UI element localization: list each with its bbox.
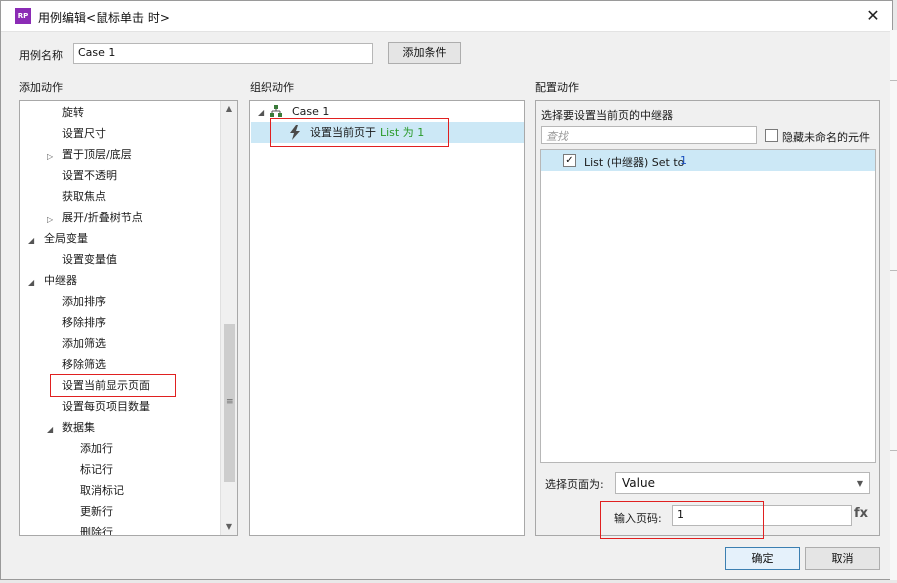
action-prefix: 设置当前页于 [310,126,376,139]
tree-item-update-row[interactable]: 更新行 [80,501,113,522]
axure-app-icon: RP [15,8,31,24]
select-page-value: Value [622,476,655,490]
scrollbar-thumb[interactable]: ≡ [224,324,235,482]
tree-item-rotate[interactable]: 旋转 [62,102,84,123]
action-target: List 为 1 [380,126,425,139]
collapse-arrow-icon[interactable]: ◢ [28,236,34,245]
tree-item-delete-row[interactable]: 删除行 [80,522,113,535]
case-node-label[interactable]: Case 1 [292,101,329,122]
cancel-button[interactable]: 取消 [805,547,880,570]
strip-mark [890,80,897,81]
ok-button[interactable]: 确定 [725,547,800,570]
repeater-list: ✓ List (中继器) Set to 1 [540,149,876,463]
tree-item-set-current-page[interactable]: 设置当前显示页面 [62,375,150,396]
fx-icon[interactable]: fx [854,506,868,521]
tree-item-set-size[interactable]: 设置尺寸 [62,123,106,144]
organize-actions-heading: 组织动作 [250,81,294,94]
title-bar: RP 用例编辑<鼠标单击 时> ✕ [1,1,892,32]
chevron-down-icon: ▼ [856,479,863,488]
select-repeater-label: 选择要设置当前页的中继器 [541,109,673,122]
grip-icon: ≡ [226,397,234,407]
repeater-list-item[interactable]: ✓ List (中继器) Set to 1 [541,150,875,171]
tree-item-add-row[interactable]: 添加行 [80,438,113,459]
configure-actions-panel: 选择要设置当前页的中继器 查找 隐藏未命名的元件 ✓ List (中继器) Se… [535,100,880,536]
tree-item-set-opacity[interactable]: 设置不透明 [62,165,117,186]
collapse-arrow-icon[interactable]: ◢ [28,278,34,287]
scroll-up-icon[interactable]: ▲ [221,101,237,117]
lightning-icon [289,125,301,147]
page-number-label: 输入页码: [614,512,662,525]
tree-item-remove-sort[interactable]: 移除排序 [62,312,106,333]
select-page-label: 选择页面为: [545,478,604,491]
tree-item-add-filter[interactable]: 添加筛选 [62,333,106,354]
repeater-checkbox-checked[interactable]: ✓ [563,154,576,167]
case-editor-dialog: RP 用例编辑<鼠标单击 时> ✕ 用例名称 Case 1 添加条件 添加动作 … [0,0,893,580]
close-icon[interactable]: ✕ [862,6,884,26]
tree-item-set-items-per-page[interactable]: 设置每页项目数量 [62,396,150,417]
hide-unnamed-checkbox[interactable] [765,129,778,142]
add-condition-button[interactable]: 添加条件 [388,42,461,64]
tree-item-remove-filter[interactable]: 移除筛选 [62,354,106,375]
tree-item-focus[interactable]: 获取焦点 [62,186,106,207]
tree-item-unmark[interactable]: 取消标记 [80,480,124,501]
search-input[interactable]: 查找 [541,126,757,144]
tree-item-global-variables[interactable]: 全局变量 [44,228,88,249]
tree-item-repeater[interactable]: 中继器 [44,270,77,291]
page-number-input[interactable]: 1 [672,505,852,526]
case-tree-icon [270,101,290,122]
background-strip [890,30,897,580]
tree-item-dataset[interactable]: 数据集 [62,417,95,438]
configure-actions-heading: 配置动作 [535,81,579,94]
window-title: 用例编辑<鼠标单击 时> [38,11,170,25]
expand-arrow-icon[interactable]: ▷ [47,152,53,161]
action-tree-panel: 旋转 设置尺寸 ▷ 置于顶层/底层 设置不透明 获取焦点 ▷ 展开/折叠树节点 … [19,100,238,536]
tree-item-set-variable-value[interactable]: 设置变量值 [62,249,117,270]
repeater-item-value: 1 [680,154,687,167]
organize-actions-panel: ◢ Case 1 设置当前页于 List 为 1 [249,100,525,536]
expand-arrow-icon[interactable]: ▷ [47,215,53,224]
tree-item-expand-collapse-tree[interactable]: 展开/折叠树节点 [62,207,143,228]
action-tree-scrollbar[interactable]: ▲ ≡ ▼ [220,101,237,535]
add-actions-heading: 添加动作 [19,81,63,94]
select-page-dropdown[interactable]: Value ▼ [615,472,870,494]
case-name-input[interactable]: Case 1 [73,43,373,64]
scroll-down-icon[interactable]: ▼ [221,519,237,535]
tree-item-add-sort[interactable]: 添加排序 [62,291,106,312]
collapse-arrow-icon[interactable]: ◢ [258,108,264,117]
case-name-label: 用例名称 [19,49,63,62]
repeater-item-text: List (中继器) Set to [584,156,685,169]
strip-mark [890,270,897,271]
hide-unnamed-label: 隐藏未命名的元件 [782,131,870,144]
action-row-selected[interactable]: 设置当前页于 List 为 1 [251,122,524,143]
tree-item-mark-row[interactable]: 标记行 [80,459,113,480]
collapse-arrow-icon[interactable]: ◢ [47,425,53,434]
tree-item-bring-front-back[interactable]: 置于顶层/底层 [62,144,132,165]
strip-mark [890,450,897,451]
